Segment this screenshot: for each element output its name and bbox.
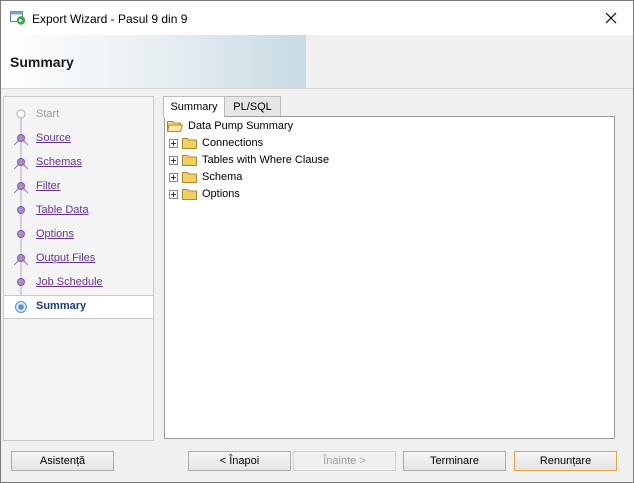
step-label[interactable]: Options: [36, 228, 74, 240]
window-title: Export Wizard - Pasul 9 din 9: [32, 12, 188, 26]
step-label: Start: [36, 108, 60, 120]
folder-icon: [182, 189, 197, 200]
open-folder-icon: [167, 121, 183, 132]
step-summary: Summary: [4, 295, 153, 319]
step-marker-icon: [13, 182, 29, 194]
step-marker-icon: [13, 158, 29, 170]
folder-icon: [182, 155, 197, 166]
step-marker-icon: [17, 230, 25, 238]
title-bar: Export Wizard - Pasul 9 din 9: [1, 1, 633, 35]
button-label: Renunțare: [539, 455, 592, 467]
button-label: Înainte >: [323, 455, 366, 467]
folder-icon: [182, 138, 197, 149]
tree-item-label: Schema: [202, 171, 243, 183]
current-step-icon: [15, 301, 27, 313]
next-button[interactable]: Înainte >: [293, 451, 396, 471]
export-wizard-icon: [10, 11, 26, 25]
tree-item-connections[interactable]: Connections: [169, 135, 263, 151]
export-wizard-window: Export Wizard - Pasul 9 din 9 Summary St…: [0, 0, 634, 483]
step-label[interactable]: Job Schedule: [36, 276, 103, 288]
tree-item-label: Options: [202, 188, 240, 200]
finish-button[interactable]: Terminare: [403, 451, 506, 471]
step-options[interactable]: Options: [4, 223, 153, 247]
tab-summary[interactable]: Summary: [163, 96, 225, 117]
tree-item-tables[interactable]: Tables with Where Clause: [169, 152, 329, 168]
expand-icon[interactable]: [169, 189, 178, 199]
step-marker-icon: [16, 109, 26, 119]
step-label[interactable]: Source: [36, 132, 71, 144]
tree-item-options[interactable]: Options: [169, 186, 240, 202]
summary-tree: Data Pump Summary Connections Tables wit…: [164, 116, 615, 439]
page-title: Summary: [10, 54, 74, 70]
steps-panel: Start Source Schemas Filter Table Data O…: [3, 96, 154, 441]
step-marker-icon: [17, 206, 25, 214]
step-table-data[interactable]: Table Data: [4, 199, 153, 223]
tab-label: Summary: [170, 101, 218, 113]
expand-icon[interactable]: [169, 138, 178, 148]
step-job-schedule[interactable]: Job Schedule: [4, 271, 153, 295]
step-schemas[interactable]: Schemas: [4, 151, 153, 175]
back-button[interactable]: < Înapoi: [188, 451, 291, 471]
close-button[interactable]: [589, 1, 633, 35]
tab-plsql[interactable]: PL/SQL: [224, 96, 281, 116]
step-label[interactable]: Output Files: [36, 252, 95, 264]
button-label: Terminare: [430, 455, 479, 467]
step-marker-icon: [17, 278, 25, 286]
step-marker-icon: [13, 254, 29, 266]
step-start: Start: [4, 103, 153, 127]
step-label[interactable]: Table Data: [36, 204, 89, 216]
tree-root[interactable]: Data Pump Summary: [167, 118, 293, 134]
step-label[interactable]: Schemas: [36, 156, 82, 168]
tab-label: PL/SQL: [233, 100, 272, 113]
button-label: < Înapoi: [219, 455, 260, 467]
close-icon: [605, 12, 617, 24]
step-output-files[interactable]: Output Files: [4, 247, 153, 271]
tree-item-label: Connections: [202, 137, 264, 149]
step-source[interactable]: Source: [4, 127, 153, 151]
step-filter[interactable]: Filter: [4, 175, 153, 199]
button-label: Asistență: [39, 455, 86, 467]
wizard-header: Summary: [1, 35, 633, 89]
tree-item-label: Tables with Where Clause: [202, 154, 330, 166]
tree-root-label: Data Pump Summary: [188, 120, 294, 132]
step-label: Summary: [36, 300, 87, 312]
help-button[interactable]: Asistență: [11, 451, 114, 471]
tree-item-schema[interactable]: Schema: [169, 169, 242, 185]
step-label[interactable]: Filter: [36, 180, 60, 192]
expand-icon[interactable]: [169, 172, 178, 182]
folder-icon: [182, 172, 197, 183]
cancel-button[interactable]: Renunțare: [514, 451, 617, 471]
step-marker-icon: [13, 134, 29, 146]
expand-icon[interactable]: [169, 155, 178, 165]
